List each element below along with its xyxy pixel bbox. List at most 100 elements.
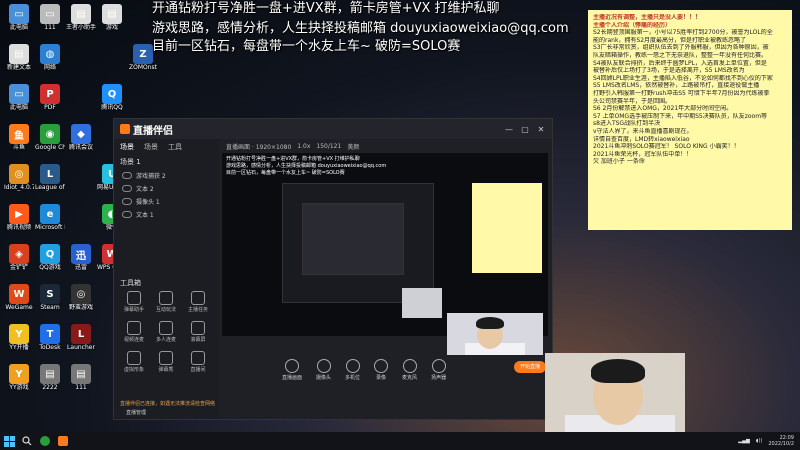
app-icon: ◆ [71,124,91,144]
desktop-icon[interactable]: T ToDesk [35,324,65,351]
sticky-note-line: s8进入TSG战队打到半决 [593,120,661,128]
desktop-icon-label: Launcher [67,344,95,351]
preview-resolution[interactable]: 直播画面 · 1920×1080 [226,142,291,151]
desktop-icon[interactable]: ▭ 此电脑 [4,4,34,31]
eye-icon[interactable] [122,198,132,205]
camera-icon [316,359,331,373]
clock[interactable]: 22:09 2022/10/2 [768,435,794,447]
preview-overlay-line-2: 游戏思路，感情分析，人生抉择投稿邮箱 douyuxiaoweixiao@qq.c… [226,163,387,169]
desktop-icon[interactable]: Y YY游戏 [4,364,34,391]
minimize-button[interactable]: — [504,125,514,134]
tool-item[interactable]: 虚拟形象 [118,351,150,373]
desktop-icon[interactable]: ▭ 111 [35,4,65,31]
desktop-icon[interactable]: LLeague of Legends [35,164,65,191]
tool-item[interactable]: 滚幕屏 [182,321,214,343]
sticky-note-line: 打野引入韩服第一打野rush冲击S5 可惜下半年7月份因为代练被拳 [593,89,770,97]
sticky-note-line: 主播个人介绍（悸痛的经历） [593,21,672,29]
desktop-icon[interactable]: ▤ 2222 [35,364,65,391]
control-item[interactable]: 录像 [374,359,389,381]
desktop-icon[interactable]: Y YY开播 [4,324,34,351]
desktop-icon-label: QQ游戏 [39,264,61,271]
desktop-icon[interactable]: S Steam [35,284,65,311]
network-icon[interactable]: ▂▄▆ [738,438,750,444]
control-item[interactable]: 多机位 [345,359,360,381]
desktop-icon[interactable]: ▤ 新建文本 [4,44,34,71]
app-icon: ▤ [102,4,122,24]
desktop-icon-label: WeGame [5,304,33,311]
desktop-icon[interactable]: ◈ 金铲铲 [4,244,34,271]
preview-zoom[interactable]: 1.0x [297,143,310,150]
control-item[interactable]: 扬声器 [431,359,446,381]
desktop-icon[interactable]: ▭ 此电脑 [4,84,34,111]
app-icon: W [9,284,29,304]
tab-scene[interactable]: 场景 [120,142,134,152]
desktop-icon-label: 腾讯会议 [68,144,93,151]
desktop-icon[interactable]: ◉Google Chrome [35,124,65,151]
preview-canvas[interactable]: 开通钻粉打号净胜一盘+进VX群，箭卡房管+VX 打维护私聊 游戏思路，感情分析，… [222,153,548,336]
desktop-icon[interactable]: 迅迅雷 [66,244,96,271]
desktop-icon-label: 此电脑 [9,104,28,111]
tool-item[interactable]: 直播间 [182,351,214,373]
tool-item[interactable]: 主播任务 [182,291,214,313]
tool-item[interactable]: 互动玩法 [150,291,182,313]
control-item[interactable]: 麦克风 [402,359,417,381]
search-button[interactable] [18,432,36,450]
bottom-menu[interactable]: 直播管理 [126,409,146,416]
app-icon: S [40,284,60,304]
control-item[interactable]: 直播画面 [282,359,302,381]
source-item[interactable]: 文本 1 [114,208,219,221]
tool-item[interactable]: 多人连麦 [150,321,182,343]
desktop-icon-label: YY游戏 [9,384,29,391]
sticky-note-line: S7 上单OMG选手被压制下来，年中期S5决赛队员，队友zoom等 [593,112,768,120]
chrome-taskbar-button[interactable] [36,432,54,450]
desktop-icon[interactable]: 鱼斗鱼 [4,124,34,151]
desktop-icon[interactable]: Q 腾讯QQ [97,84,127,111]
streaming-app-taskbar-button[interactable] [54,432,72,450]
close-button[interactable]: ✕ [536,125,546,134]
eye-icon[interactable] [122,185,132,192]
desktop-icon[interactable]: eMicrosoft Edge [35,204,65,231]
sticky-note-line: 队友暗箱操作，教练一怒之下无奈退队，整整一年没有任何比赛。 [593,51,768,59]
volume-icon[interactable]: ◖)) [756,438,763,444]
tool-icon [159,291,173,305]
desktop-icon[interactable]: ◆ 腾讯会议 [66,124,96,151]
system-tray: ▂▄▆ ◖)) 22:09 2022/10/2 [738,435,800,447]
desktop-icon[interactable]: ▤ 王者小助手 [66,4,96,31]
desktop-icon[interactable]: ◎ 野蛮游戏 [66,284,96,311]
desktop-icon-label: YY开播 [9,344,29,351]
desktop-icon[interactable]: L Launcher [66,324,96,351]
windows-start-button[interactable] [0,432,18,450]
preview-camera [402,288,442,318]
sticky-note-line: 欠 加班小子 一条命 [593,158,645,166]
app-titlebar: 直播伴侣 — ▢ ✕ [114,119,552,139]
tab-tools[interactable]: 工具 [168,142,182,152]
maximize-button[interactable]: ▢ [520,125,530,134]
desktop-icon[interactable]: ◎Idiot_4.0.78 [4,164,34,191]
app-logo-icon [120,124,130,134]
sticky-note-line: S2长期登顶国服第一，小号以75胜率打到2700分，被誉为LOL的全 [593,29,773,37]
desktop-icon[interactable]: ▤ 111 [66,364,96,391]
tool-grid: 弹幕助手 互动玩法 主播任务 视频连麦 多人连麦 滚幕屏 虚拟形象 弹幕秀 直播… [118,291,216,373]
tool-item[interactable]: 视频连麦 [118,321,150,343]
eye-icon[interactable] [122,211,132,218]
source-item[interactable]: 摄像头 1 [114,195,219,208]
beauty-button[interactable]: 美颜 [347,142,359,151]
desktop-icon[interactable]: Q QQ游戏 [35,244,65,271]
desktop-icon-label: ZOMOnst [128,64,157,71]
desktop-icon[interactable]: ▤ 游戏 [97,4,127,31]
tool-item[interactable]: 弹幕秀 [150,351,182,373]
tab-scene-2[interactable]: 场景 [144,142,158,152]
source-item[interactable]: 游戏捕获 2 [114,169,219,182]
eye-icon[interactable] [122,172,132,179]
overlay-line-2: 游戏思路，感情分析，人生抉择投稿邮箱 douyuxiaoweixiao@qq.c… [152,21,569,36]
source-item[interactable]: 文本 2 [114,182,219,195]
desktop-icon-label: 腾讯QQ [101,104,123,111]
desktop-icon[interactable]: ▶ 腾讯视频 [4,204,34,231]
desktop-icon[interactable]: W WeGame [4,284,34,311]
control-item[interactable]: 摄像头 [316,359,331,381]
desktop-icon[interactable]: P PDF [35,84,65,111]
tool-item[interactable]: 弹幕助手 [118,291,150,313]
scene-label[interactable]: 场景 1 [114,155,219,169]
start-live-button[interactable]: 开始直播 [514,361,546,373]
desktop-icon[interactable]: ◍ 网络 [35,44,65,71]
